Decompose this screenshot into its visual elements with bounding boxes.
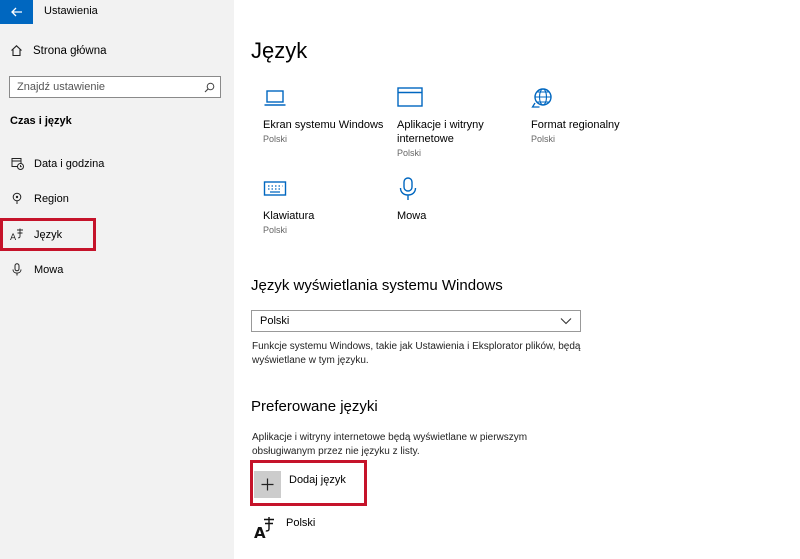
calendar-clock-icon: [10, 157, 24, 170]
region-icon: [10, 192, 24, 205]
highlight-box-add-language: [250, 460, 367, 506]
display-language-select[interactable]: Polski: [251, 310, 581, 332]
tile-sub: Polski: [397, 148, 422, 158]
keyboard-icon: [263, 177, 388, 203]
tile-name: Aplikacje i witryny internetowe: [397, 119, 484, 145]
tile-name: Format regionalny: [531, 119, 620, 131]
back-arrow-icon: [10, 7, 22, 17]
microphone-icon: [397, 177, 522, 203]
sidebar-item-date-time[interactable]: Data i godzina: [10, 157, 104, 170]
tile-speech[interactable]: Mowa: [397, 177, 522, 225]
tile-name: Klawiatura: [263, 210, 315, 222]
search-placeholder: Znajdź ustawienie: [17, 81, 106, 93]
tile-display[interactable]: Ekran systemu Windows Polski: [263, 86, 388, 144]
tile-name: Ekran systemu Windows: [263, 119, 384, 131]
preferred-languages-description: Aplikacje i witryny internetowe będą wyś…: [252, 432, 528, 457]
display-language-heading: Język wyświetlania systemu Windows: [251, 277, 503, 294]
microphone-icon: [10, 263, 24, 276]
section-label: Czas i język: [10, 115, 72, 127]
tile-sub: Polski: [263, 134, 288, 144]
home-icon: [11, 45, 22, 57]
app-title: Ustawienia: [44, 5, 98, 17]
select-value: Polski: [260, 315, 290, 327]
tile-apps-websites[interactable]: Aplikacje i witryny internetowe Polski: [397, 86, 522, 158]
tile-regional-format[interactable]: Format regionalny Polski: [531, 86, 656, 144]
nav-home[interactable]: Strona główna: [10, 44, 107, 57]
page-title: Język: [251, 38, 308, 63]
globe-icon: [531, 86, 656, 112]
back-button[interactable]: [0, 0, 33, 24]
nav-home-label: Strona główna: [33, 44, 107, 57]
sidebar-item-label: Region: [34, 192, 69, 205]
sidebar-item-label: Mowa: [34, 263, 64, 276]
tile-sub: Polski: [263, 225, 288, 235]
highlight-box-language: [0, 218, 96, 251]
language-label: Polski: [286, 517, 316, 529]
search-input[interactable]: Znajdź ustawienie: [9, 76, 221, 98]
search-icon: [204, 82, 215, 92]
sidebar-item-speech[interactable]: Mowa: [10, 263, 63, 276]
laptop-icon: [263, 86, 388, 112]
chevron-down-icon: [560, 318, 572, 325]
preferred-languages-heading: Preferowane języki: [251, 398, 378, 415]
language-list-item[interactable]: A Polski: [254, 516, 315, 545]
window-icon: [397, 86, 522, 112]
display-language-description: Funkcje systemu Windows, takie jak Ustaw…: [252, 341, 581, 366]
language-icon: A: [254, 516, 276, 545]
sidebar-item-region[interactable]: Region: [10, 192, 69, 205]
tile-keyboard[interactable]: Klawiatura Polski: [263, 177, 388, 235]
svg-text:A: A: [254, 524, 266, 540]
sidebar-item-label: Data i godzina: [34, 157, 105, 170]
sidebar: Ustawienia Strona główna Znajdź ustawien…: [0, 0, 234, 559]
tile-sub: Polski: [531, 134, 556, 144]
tile-name: Mowa: [397, 210, 427, 222]
